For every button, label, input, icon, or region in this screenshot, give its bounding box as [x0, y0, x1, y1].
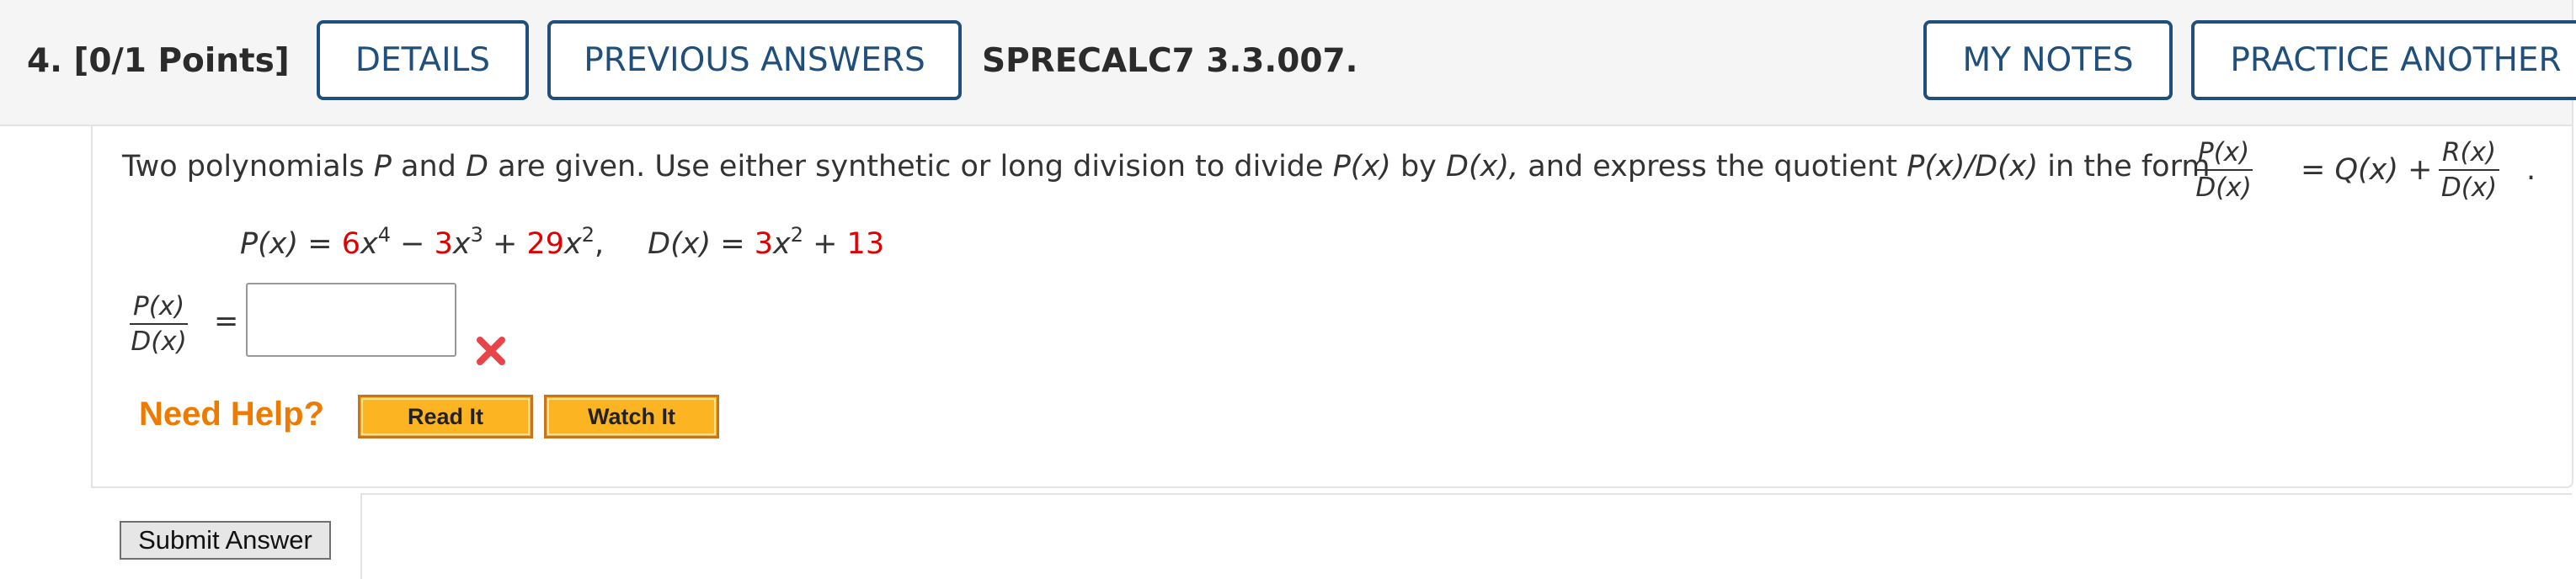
details-button[interactable]: DETAILS	[317, 20, 529, 100]
form-fraction-p-over-d: P(x) D(x)	[2195, 137, 2253, 203]
question-prompt: Two polynomials P and D are given. Use e…	[122, 150, 2210, 183]
prompt-text: by	[1390, 150, 1447, 183]
prompt-quotient: P(x)/D(x)	[1907, 150, 2039, 183]
exponent: 3	[470, 223, 483, 247]
exponent: 2	[790, 223, 803, 247]
form-fraction-r-over-d: R(x) D(x)	[2439, 137, 2500, 203]
form-period: .	[2526, 153, 2536, 187]
read-it-button[interactable]: Read It	[358, 395, 533, 438]
operator: +	[483, 227, 527, 261]
equals-sign: =	[711, 227, 755, 261]
prompt-var-d: D	[465, 150, 488, 183]
question-points: 4. [0/1 Points]	[27, 42, 290, 80]
fraction-numerator: P(x)	[2195, 137, 2253, 171]
comma: ,	[594, 227, 605, 261]
answer-input[interactable]	[246, 283, 456, 357]
prompt-text: and	[391, 150, 466, 183]
answer-equals: =	[214, 305, 239, 338]
fraction-denominator: D(x)	[2440, 173, 2498, 203]
coefficient: 6	[341, 227, 360, 261]
answer-lhs-fraction: P(x) D(x)	[130, 291, 189, 357]
fraction-numerator: P(x)	[130, 291, 189, 325]
coefficient: 29	[526, 227, 564, 261]
prompt-text: and express the quotient	[1518, 150, 1907, 183]
previous-answers-button[interactable]: PREVIOUS ANSWERS	[547, 20, 962, 100]
variable: x	[563, 227, 582, 261]
my-notes-button[interactable]: MY NOTES	[1923, 20, 2173, 100]
question-code: SPRECALC7 3.3.007.	[982, 42, 1358, 80]
operator: +	[803, 227, 847, 261]
watch-it-button[interactable]: Watch It	[544, 395, 719, 438]
variable: x	[360, 227, 378, 261]
prompt-dx: D(x),	[1446, 150, 1519, 183]
px-label: P(x)	[240, 227, 299, 261]
prompt-text: Two polynomials	[122, 150, 374, 183]
operator: −	[391, 227, 435, 261]
submit-answer-button[interactable]: Submit Answer	[120, 521, 331, 560]
exponent: 2	[581, 223, 595, 247]
variable: x	[452, 227, 471, 261]
coefficient: 3	[754, 227, 773, 261]
prompt-var-p: P	[373, 150, 392, 183]
exponent: 4	[377, 223, 391, 247]
polynomial-equation: P(x) = 6x4 − 3x3 + 29x2, D(x) = 3x2 + 13	[240, 225, 885, 261]
form-middle: = Q(x) +	[2301, 153, 2433, 187]
fraction-denominator: D(x)	[131, 327, 187, 357]
fraction-denominator: D(x)	[2195, 173, 2252, 203]
prompt-text: are given. Use either synthetic or long …	[488, 150, 1333, 183]
prompt-text: in the form	[2038, 150, 2211, 183]
prompt-px: P(x)	[1332, 150, 1391, 183]
feedback-panel	[360, 493, 2572, 579]
constant: 13	[846, 227, 885, 261]
dx-label: D(x)	[648, 227, 712, 261]
equals-sign: =	[298, 227, 342, 261]
need-help-label: Need Help?	[139, 396, 325, 433]
incorrect-x-icon	[477, 337, 505, 365]
question-header: 4. [0/1 Points] DETAILS PREVIOUS ANSWERS…	[0, 0, 2576, 126]
practice-another-button[interactable]: PRACTICE ANOTHER	[2191, 20, 2576, 100]
variable: x	[772, 227, 791, 261]
coefficient: 3	[434, 227, 453, 261]
fraction-numerator: R(x)	[2439, 137, 2500, 171]
